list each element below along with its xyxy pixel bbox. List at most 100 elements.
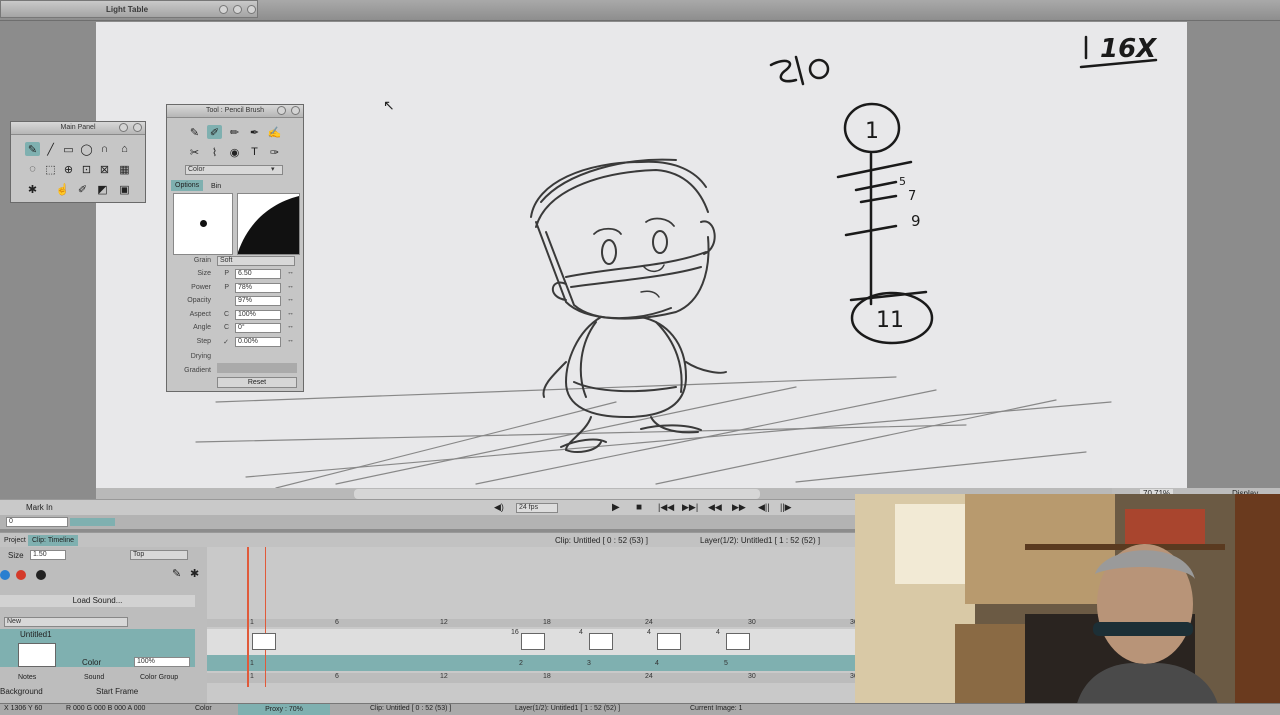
exposure-cell[interactable] bbox=[521, 633, 545, 650]
stop-icon[interactable]: ■ bbox=[636, 502, 642, 513]
blue-dot-icon[interactable] bbox=[0, 570, 10, 580]
tool-close-icon[interactable] bbox=[291, 106, 300, 115]
param-field-5[interactable]: 0.00% bbox=[235, 337, 281, 347]
zoom-icon[interactable] bbox=[233, 5, 242, 14]
new-select[interactable]: New bbox=[4, 617, 128, 627]
fill-tool-icon[interactable]: ◩ bbox=[95, 182, 110, 196]
lasso-tool-icon[interactable]: ◌ bbox=[25, 162, 40, 176]
ellipse-tool-icon[interactable]: ◯ bbox=[79, 142, 94, 156]
smudge-icon[interactable]: ⌇ bbox=[207, 145, 222, 159]
brush-clear-icon[interactable]: ✎ bbox=[172, 567, 181, 580]
marker-brush-icon[interactable]: ✏ bbox=[227, 125, 242, 139]
gradient-bar[interactable] bbox=[217, 363, 297, 373]
tab-bin[interactable]: Bin bbox=[207, 181, 225, 192]
status-proxy[interactable]: Proxy : 70% bbox=[238, 704, 330, 715]
layer-tool-icon[interactable]: ▣ bbox=[117, 182, 132, 196]
playhead[interactable] bbox=[247, 547, 249, 687]
grid-tool-icon[interactable]: ▦ bbox=[117, 162, 132, 176]
black-dot-icon[interactable] bbox=[36, 570, 46, 580]
param-mode-4[interactable]: C bbox=[221, 324, 229, 331]
param-field-3[interactable]: 100% bbox=[235, 309, 281, 320]
fast-forward-icon[interactable]: ▶▶| bbox=[682, 502, 698, 513]
param-mode-5[interactable]: ✓ bbox=[221, 338, 229, 346]
hand-tool-icon[interactable]: ☝ bbox=[55, 182, 70, 196]
soft-brush-icon[interactable]: ✐ bbox=[207, 125, 222, 139]
rectangle-tool-icon[interactable]: ▭ bbox=[61, 142, 76, 156]
play-icon[interactable]: ▶ bbox=[612, 502, 620, 513]
step-back-icon[interactable]: ◀◀ bbox=[708, 502, 722, 513]
param-mode-0[interactable]: P bbox=[221, 270, 229, 277]
zoom-tool-icon[interactable]: ⊕ bbox=[61, 162, 76, 176]
fill-bucket-icon[interactable]: ◉ bbox=[227, 145, 242, 159]
record-icon[interactable] bbox=[16, 570, 26, 580]
load-sound-button[interactable]: Load Sound... bbox=[0, 595, 195, 607]
param-field-1[interactable]: 78% bbox=[235, 282, 281, 293]
top-select[interactable]: Top bbox=[130, 550, 188, 560]
pencil-tool-icon[interactable]: ✎ bbox=[25, 142, 40, 156]
tab-sound[interactable]: Sound bbox=[80, 672, 108, 683]
frame-ruler[interactable]: 0 bbox=[0, 515, 855, 529]
slider-arrows-icon[interactable]: ↔ bbox=[287, 283, 294, 290]
slider-arrows-icon[interactable]: ↔ bbox=[287, 323, 294, 330]
panel-minimize-icon[interactable] bbox=[119, 123, 128, 132]
eraser-tool-icon[interactable]: ⌂ bbox=[117, 142, 132, 156]
speaker-icon[interactable]: ◀) bbox=[494, 502, 504, 513]
param-mode-3[interactable]: C bbox=[221, 311, 229, 318]
tool-panel[interactable]: Tool : Pencil Brush ✎ ✐ ✏ ✒ ✍ ✂ ⌇ ◉ T ✑ … bbox=[166, 104, 304, 392]
brush-tool-icon[interactable]: ✐ bbox=[75, 182, 90, 196]
slider-arrows-icon[interactable]: ↔ bbox=[287, 310, 294, 317]
param-field-0[interactable]: 6.50 bbox=[235, 269, 281, 279]
chalk-brush-icon[interactable]: ✍ bbox=[267, 125, 282, 139]
bezier-tool-icon[interactable]: ∩ bbox=[97, 142, 112, 156]
slider-arrows-icon[interactable]: ↔ bbox=[287, 296, 294, 303]
light-table-window[interactable]: Light Table bbox=[0, 0, 258, 18]
grain-select[interactable]: Soft bbox=[217, 256, 295, 266]
timeline-tracks[interactable] bbox=[207, 547, 855, 705]
fps-select[interactable]: 24 fps bbox=[516, 503, 558, 513]
tab-project[interactable]: Project bbox=[0, 535, 30, 546]
tab-clip-timeline[interactable]: Clip: Timeline bbox=[28, 535, 79, 546]
range-marker[interactable] bbox=[70, 518, 115, 526]
pencil-brush-icon[interactable]: ✎ bbox=[187, 125, 202, 139]
slider-arrows-icon[interactable]: ↔ bbox=[287, 269, 294, 276]
frame-field[interactable]: 0 bbox=[6, 517, 68, 527]
reset-button[interactable]: Reset bbox=[217, 377, 297, 388]
line-tool-icon[interactable]: ╱ bbox=[43, 142, 58, 156]
rewind-icon[interactable]: |◀◀ bbox=[658, 502, 674, 513]
top-ruler[interactable] bbox=[207, 619, 855, 627]
tab-color-group[interactable]: Color Group bbox=[136, 672, 182, 683]
drawing-track[interactable] bbox=[207, 655, 855, 671]
layer-opacity-field[interactable]: 100% bbox=[134, 657, 190, 667]
color-select[interactable]: Color bbox=[185, 165, 283, 175]
airbrush-icon[interactable]: ✂ bbox=[187, 145, 202, 159]
slider-arrows-icon[interactable]: ↔ bbox=[287, 337, 294, 344]
color-tool-icon[interactable]: ✱ bbox=[25, 182, 40, 196]
exposure-cell[interactable] bbox=[589, 633, 613, 650]
tool-minimize-icon[interactable] bbox=[277, 106, 286, 115]
main-panel[interactable]: Main Panel ✎ ╱ ▭ ◯ ∩ ⌂ ◌ ⬚ ⊕ ⊡ ⊠ ▦ ✱ ☝ ✐… bbox=[10, 121, 146, 203]
loop-forward-icon[interactable]: ||▶ bbox=[780, 502, 792, 513]
text-tool-icon[interactable]: T bbox=[247, 145, 262, 159]
tab-options[interactable]: Options bbox=[171, 180, 204, 191]
exposure-cell[interactable] bbox=[726, 633, 750, 650]
exposure-cell[interactable] bbox=[252, 633, 276, 650]
param-field-4[interactable]: 0° bbox=[235, 323, 281, 334]
bottom-ruler[interactable] bbox=[207, 673, 855, 683]
minimize-icon[interactable] bbox=[219, 5, 228, 14]
size-field[interactable]: 1.50 bbox=[30, 550, 66, 560]
pen-tool-icon[interactable]: ✑ bbox=[267, 145, 282, 159]
scrollbar-thumb[interactable] bbox=[354, 489, 760, 499]
step-forward-icon[interactable]: ▶▶ bbox=[732, 502, 746, 513]
layer-row[interactable]: Untitled1 Color 100% bbox=[0, 629, 195, 667]
exposure-cell[interactable] bbox=[657, 633, 681, 650]
close-icon[interactable] bbox=[247, 5, 256, 14]
param-mode-1[interactable]: P bbox=[221, 284, 229, 291]
target-icon[interactable]: ✱ bbox=[190, 567, 199, 580]
pressure-curve[interactable] bbox=[237, 193, 300, 255]
crop-tool-icon[interactable]: ⊡ bbox=[79, 162, 94, 176]
loop-icon[interactable]: ◀|| bbox=[758, 502, 770, 513]
select-tool-icon[interactable]: ⬚ bbox=[43, 162, 58, 176]
ink-brush-icon[interactable]: ✒ bbox=[247, 125, 262, 139]
transform-tool-icon[interactable]: ⊠ bbox=[97, 162, 112, 176]
mark-in-label[interactable]: Mark In bbox=[26, 503, 53, 512]
